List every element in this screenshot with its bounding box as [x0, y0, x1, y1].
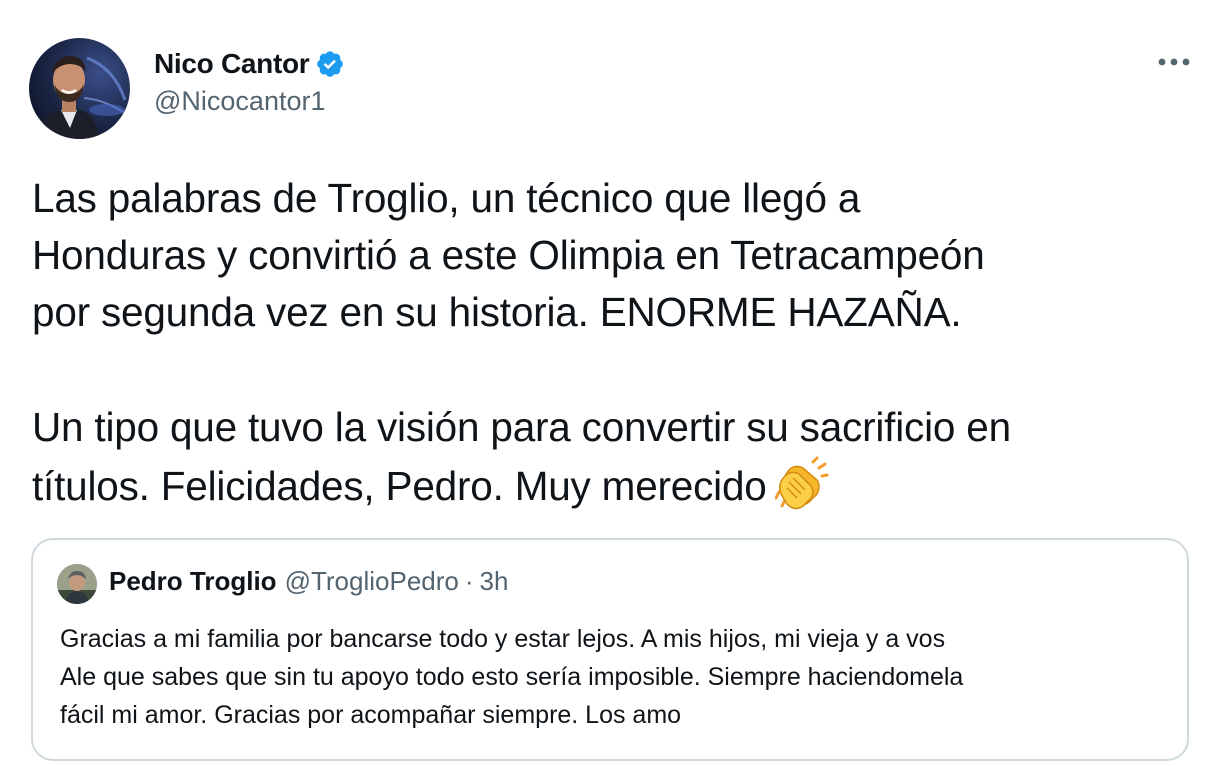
author-avatar[interactable] — [29, 38, 130, 139]
quoted-author-name[interactable]: Pedro Troglio — [109, 566, 277, 597]
separator-dot: · — [464, 566, 474, 596]
quoted-avatar-photo — [57, 564, 97, 604]
tweet-text-line: Honduras y convirtió a este Olimpia en T… — [32, 232, 985, 278]
quoted-text-line: fácil mi amor. Gracias por acompañar sie… — [60, 701, 682, 729]
tweet-text-line: por segunda vez en su historia. ENORME H… — [32, 289, 962, 335]
author-name-row[interactable]: Nico Cantor — [154, 44, 345, 84]
author-name[interactable]: Nico Cantor — [154, 48, 310, 80]
clapping-hands-icon — [774, 456, 829, 510]
quoted-timestamp[interactable]: 3h — [480, 566, 509, 597]
tweet-text-line: Un tipo que tuvo la visión para converti… — [32, 404, 1011, 450]
quoted-tweet-text: Gracias a mi familia por bancarse todo y… — [60, 620, 1170, 734]
tweet-text-line: Las palabras de Troglio, un técnico que … — [32, 175, 861, 221]
quoted-author-handle[interactable]: @TroglioPedro — [285, 566, 459, 597]
quoted-text-line: Gracias a mi familia por bancarse todo y… — [60, 625, 946, 653]
tweet-text-line: títulos. Felicidades, Pedro. Muy merecid… — [32, 463, 767, 509]
more-options-icon[interactable] — [1154, 44, 1194, 80]
tweet-text-line-last: títulos. Felicidades, Pedro. Muy merecid… — [32, 456, 1202, 515]
avatar-photo — [37, 56, 130, 139]
quoted-text-line: Ale que sabes que sin tu apoyo todo esto… — [60, 663, 964, 691]
quoted-author-avatar[interactable] — [57, 564, 97, 604]
tweet-text: Las palabras de Troglio, un técnico que … — [32, 170, 1202, 515]
quoted-tweet-header: Pedro Troglio @TroglioPedro · 3h — [109, 566, 508, 597]
quoted-tweet-card[interactable]: Pedro Troglio @TroglioPedro · 3h Gracias… — [31, 538, 1189, 761]
author-handle[interactable]: @Nicocantor1 — [154, 86, 325, 117]
verified-badge-icon — [315, 49, 345, 79]
